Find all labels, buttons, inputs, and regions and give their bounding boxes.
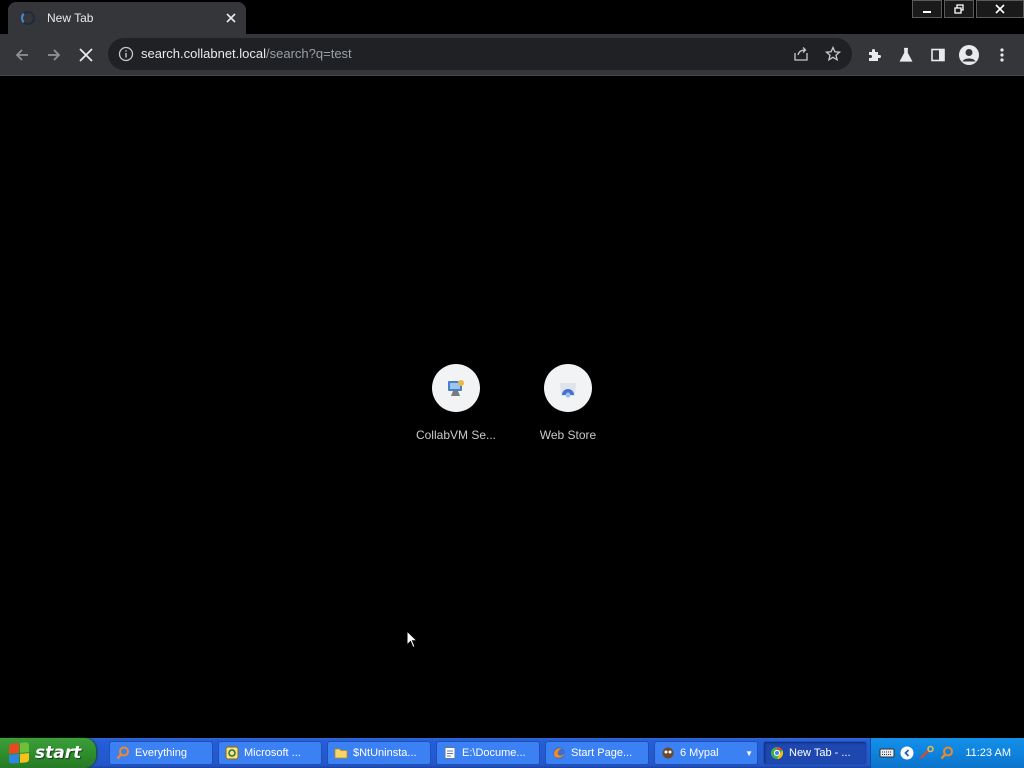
back-arrow-icon	[15, 49, 28, 61]
side-panel-icon[interactable]	[927, 44, 949, 66]
tab-new-tab[interactable]: New Tab	[8, 2, 246, 34]
taskbar-item-label: Start Page...	[571, 747, 633, 759]
taskbar-item-label: $NtUninsta...	[353, 747, 417, 759]
taskbar-item-new-tab[interactable]: New Tab - ...	[763, 741, 867, 765]
magnifier-icon	[116, 746, 130, 760]
search-tray-icon[interactable]	[939, 745, 955, 761]
web-store-icon	[544, 364, 592, 412]
close-button[interactable]	[976, 0, 1024, 18]
new-tab-page: CollabVM Se... Web Store	[0, 77, 1024, 738]
ie-window-icon	[225, 746, 239, 760]
taskbar: start Everything Microsoft ... $NtUninst…	[0, 738, 1024, 768]
taskbar-item-ntuninstall[interactable]: $NtUninsta...	[327, 741, 431, 765]
firefox-icon	[552, 746, 566, 760]
tab-close-icon[interactable]	[222, 9, 240, 27]
menu-kebab-icon[interactable]	[991, 44, 1013, 66]
start-label: start	[35, 743, 82, 763]
taskbar-item-label: E:\Docume...	[462, 747, 526, 759]
back-button[interactable]	[9, 42, 35, 68]
taskbar-item-everything[interactable]: Everything	[109, 741, 213, 765]
restore-button[interactable]	[944, 0, 974, 18]
stop-loading-button[interactable]	[73, 42, 99, 68]
stop-icon	[79, 48, 93, 62]
taskbar-item-mypal[interactable]: 6 Mypal ▼	[654, 741, 758, 765]
tools-tray-icon[interactable]	[919, 745, 935, 761]
tab-title: New Tab	[47, 11, 94, 25]
collabvm-icon	[432, 364, 480, 412]
minimize-icon	[923, 11, 931, 13]
keyboard-icon[interactable]	[879, 745, 895, 761]
chrome-icon	[770, 746, 784, 760]
taskbar-item-label: New Tab - ...	[789, 747, 851, 759]
minimize-button[interactable]	[912, 0, 942, 18]
show-hidden-icons-chevron-icon[interactable]	[899, 745, 915, 761]
url-text: search.collabnet.local/search?q=test	[141, 46, 352, 61]
windows-flag-icon	[9, 742, 29, 764]
restore-icon	[954, 4, 964, 14]
share-icon[interactable]	[791, 44, 811, 64]
taskbar-item-start-page[interactable]: Start Page...	[545, 741, 649, 765]
system-tray: 11:23 AM	[870, 738, 1024, 768]
taskbar-item-microsoft[interactable]: Microsoft ...	[218, 741, 322, 765]
labs-flask-icon[interactable]	[895, 44, 917, 66]
shortcut-web-store[interactable]: Web Store	[512, 364, 624, 442]
tab-strip: New Tab	[0, 0, 1024, 34]
mypal-icon	[661, 746, 675, 760]
forward-button[interactable]	[41, 42, 67, 68]
close-icon	[995, 4, 1005, 14]
folder-icon	[334, 746, 348, 760]
forward-arrow-icon	[48, 49, 61, 61]
shortcut-label: CollabVM Se...	[415, 428, 497, 442]
start-button[interactable]: start	[0, 738, 96, 768]
taskbar-item-label: Everything	[135, 747, 187, 759]
browser-toolbar: search.collabnet.local/search?q=test	[0, 34, 1024, 76]
notepad-icon	[443, 746, 457, 760]
group-dropdown-icon[interactable]: ▼	[745, 749, 753, 758]
url-path: /search?q=test	[266, 46, 352, 61]
window-controls	[910, 0, 1024, 18]
shortcut-label: Web Store	[539, 428, 597, 442]
bookmark-star-icon[interactable]	[823, 44, 843, 64]
mouse-cursor-icon	[406, 630, 418, 649]
loading-spinner-icon	[21, 11, 35, 25]
taskbar-item-documents[interactable]: E:\Docume...	[436, 741, 540, 765]
clock[interactable]: 11:23 AM	[965, 747, 1011, 759]
shortcut-collabvm[interactable]: CollabVM Se...	[400, 364, 512, 442]
profile-avatar-icon[interactable]	[958, 44, 980, 66]
url-host: search.collabnet.local	[141, 46, 267, 61]
taskbar-item-label: 6 Mypal	[680, 747, 719, 759]
extensions-puzzle-icon[interactable]	[863, 44, 885, 66]
taskbar-item-label: Microsoft ...	[244, 747, 301, 759]
site-info-icon[interactable]	[118, 46, 134, 62]
address-bar[interactable]: search.collabnet.local/search?q=test	[108, 38, 852, 70]
